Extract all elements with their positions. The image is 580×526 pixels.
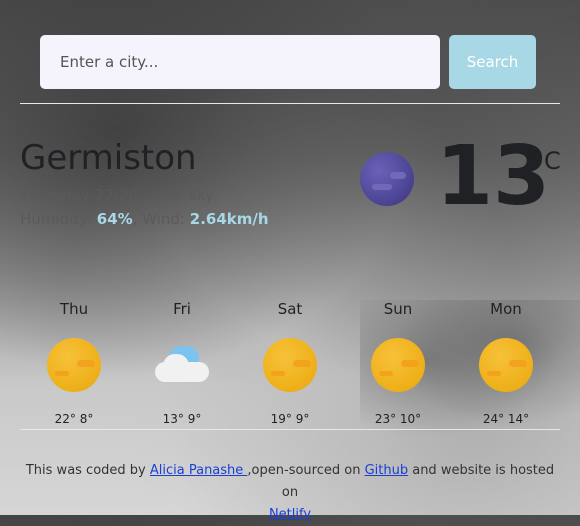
forecast-day: Fri 13° 9° [128,300,236,426]
forecast-day-name: Fri [173,300,191,318]
forecast-temps: 22° 8° [54,412,94,426]
search-form: Search [40,35,536,89]
forecast-temps: 23° 10° [374,412,422,426]
humidity-wind: Humidity: 64%, Wind: 2.64km/h [20,210,269,228]
author-link[interactable]: Alicia Panashe [150,463,248,478]
footer-text: ,open-sourced on [247,463,365,478]
forecast-temps: 19° 9° [270,412,310,426]
wind-value: 2.64km/h [189,210,269,228]
forecast-day-name: Sat [277,300,303,318]
humidity-value: 64% [96,210,133,228]
forecast-day-name: Mon [490,300,522,318]
forecast-day: Sun 23° 10° [344,300,452,426]
humidity-label: Humidity: [20,210,92,228]
temperature-unit: °C [532,147,561,175]
wind-label: Wind: [142,210,185,228]
city-name: Germiston [20,138,197,178]
forecast-day-name: Sun [383,300,413,318]
footer-text: This was coded by [25,463,150,478]
sun-icon [371,338,425,392]
forecast-day-name: Thu [59,300,89,318]
city-search-input[interactable] [40,35,440,89]
top-divider [20,103,560,104]
sun-icon [479,338,533,392]
search-button[interactable]: Search [449,35,536,89]
forecast-temps: 24° 14° [482,412,530,426]
footer: This was coded by Alicia Panashe ,open-s… [20,460,560,526]
moon-icon [360,152,414,206]
forecast-day: Mon 24° 14° [452,300,560,426]
sun-icon [263,338,317,392]
forecast-temps: 13° 9° [162,412,202,426]
bottom-divider [20,429,560,430]
cloud-icon [155,346,211,386]
github-link[interactable]: Github [365,463,409,478]
forecast-day: Sat 19° 9° [236,300,344,426]
forecast-day: Thu 22° 8° [20,300,128,426]
date-description: Thursday 22:26, clear sky [20,186,214,204]
sun-icon [47,338,101,392]
